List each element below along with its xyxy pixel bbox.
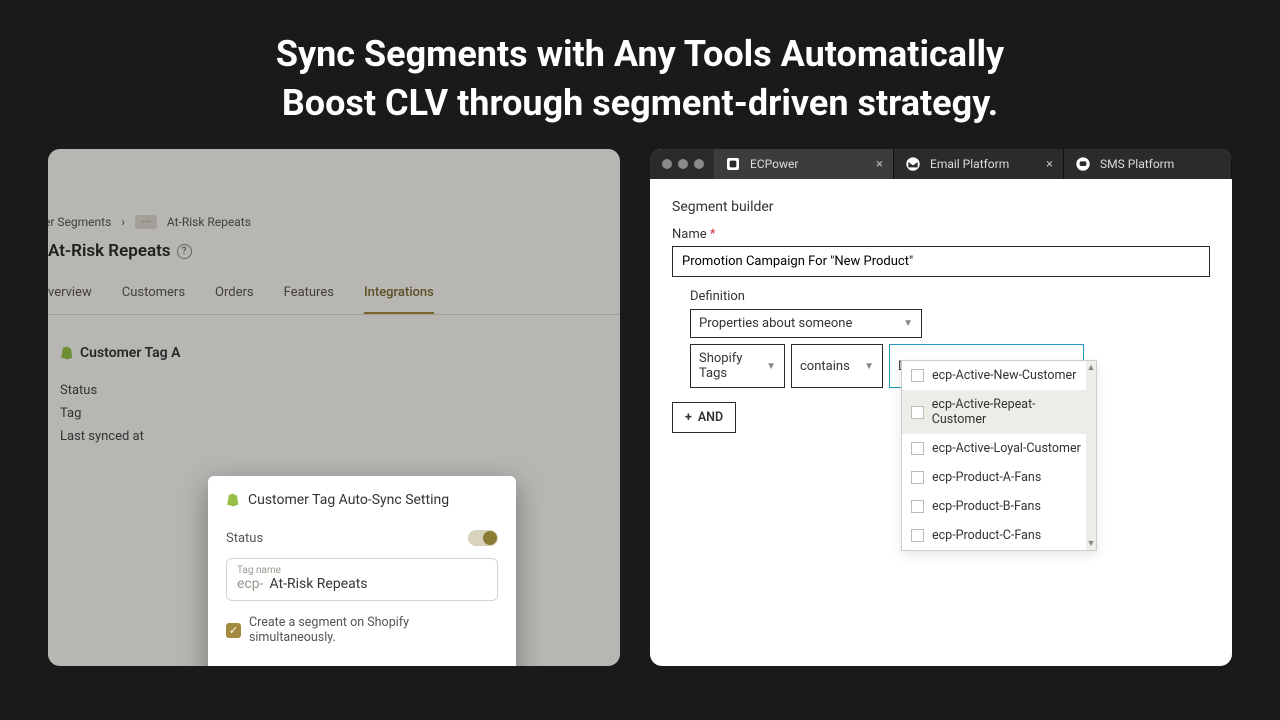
- checkbox-icon[interactable]: [911, 406, 924, 419]
- chevron-down-icon: ▼: [864, 361, 874, 372]
- builder-title: Segment builder: [672, 199, 1210, 215]
- close-icon[interactable]: ×: [1046, 157, 1053, 172]
- scroll-down-icon[interactable]: ▼: [1087, 537, 1096, 550]
- sync-modal: Customer Tag Auto-Sync Setting Status Ta…: [208, 476, 516, 666]
- hero-line-1: Sync Segments with Any Tools Automatical…: [276, 33, 1004, 75]
- plus-icon: +: [685, 410, 692, 425]
- checkbox-icon[interactable]: [911, 471, 924, 484]
- tag-prefix: ecp-: [237, 576, 263, 592]
- dropdown-option[interactable]: ecp-Product-A-Fans: [902, 463, 1096, 492]
- dot-min-icon[interactable]: [678, 159, 688, 169]
- window-tabs: ECPower × Email Platform × SMS Platform: [650, 149, 1232, 179]
- chat-icon: [1074, 155, 1092, 173]
- tab-ecpower[interactable]: ECPower ×: [714, 149, 894, 179]
- scroll-up-icon[interactable]: ▲: [1087, 361, 1096, 374]
- required-asterisk: *: [710, 227, 716, 242]
- dimension-dropdown: ecp-Active-New-Customer ecp-Active-Repea…: [901, 360, 1097, 551]
- tag-name-field[interactable]: Tag name ecp- At-Risk Repeats: [226, 558, 498, 601]
- select-shopify-tags[interactable]: Shopify Tags ▼: [690, 344, 785, 388]
- left-panel: er Segments › ⋯ At-Risk Repeats At-Risk …: [48, 149, 620, 666]
- close-icon[interactable]: ×: [876, 157, 883, 172]
- dropdown-option[interactable]: ecp-Active-Loyal-Customer: [902, 434, 1096, 463]
- dot-close-icon[interactable]: [662, 159, 672, 169]
- status-toggle[interactable]: [468, 530, 498, 546]
- checkbox-icon[interactable]: [911, 529, 924, 542]
- segment-name-input[interactable]: [672, 246, 1210, 277]
- select-properties[interactable]: Properties about someone ▼: [690, 309, 922, 338]
- dropdown-option[interactable]: ecp-Active-Repeat-Customer: [902, 390, 1096, 434]
- tab-sms-platform[interactable]: SMS Platform: [1064, 149, 1232, 179]
- checkbox-label: Create a segment on Shopify simultaneous…: [249, 615, 498, 645]
- mail-icon: [904, 155, 922, 173]
- shopify-icon: [226, 493, 240, 507]
- add-and-button[interactable]: + AND: [672, 402, 736, 433]
- name-label: Name: [672, 227, 707, 242]
- chevron-down-icon: ▼: [766, 361, 776, 372]
- checkbox-icon[interactable]: [911, 369, 924, 382]
- checkbox-icon[interactable]: [911, 500, 924, 513]
- hero-line-2: Boost CLV through segment-driven strateg…: [282, 82, 998, 124]
- select-contains[interactable]: contains ▼: [791, 344, 883, 388]
- definition-label: Definition: [690, 277, 1210, 304]
- status-label: Status: [226, 531, 263, 546]
- create-segment-checkbox[interactable]: ✓: [226, 623, 241, 638]
- hero-heading: Sync Segments with Any Tools Automatical…: [0, 0, 1280, 149]
- tag-field-label: Tag name: [237, 565, 487, 576]
- tag-value: At-Risk Repeats: [269, 576, 367, 592]
- traffic-lights: [650, 159, 714, 169]
- dropdown-option[interactable]: ecp-Product-C-Fans: [902, 521, 1096, 550]
- dot-max-icon[interactable]: [694, 159, 704, 169]
- right-panel: ECPower × Email Platform × SMS Platform …: [650, 149, 1232, 666]
- dropdown-option[interactable]: ecp-Active-New-Customer: [902, 361, 1096, 390]
- ecpower-icon: [724, 155, 742, 173]
- chevron-down-icon: ▼: [903, 318, 913, 329]
- modal-title: Customer Tag Auto-Sync Setting: [248, 492, 449, 508]
- scrollbar[interactable]: ▲ ▼: [1086, 361, 1096, 550]
- tab-email-platform[interactable]: Email Platform ×: [894, 149, 1064, 179]
- checkbox-icon[interactable]: [911, 442, 924, 455]
- dropdown-option[interactable]: ecp-Product-B-Fans: [902, 492, 1096, 521]
